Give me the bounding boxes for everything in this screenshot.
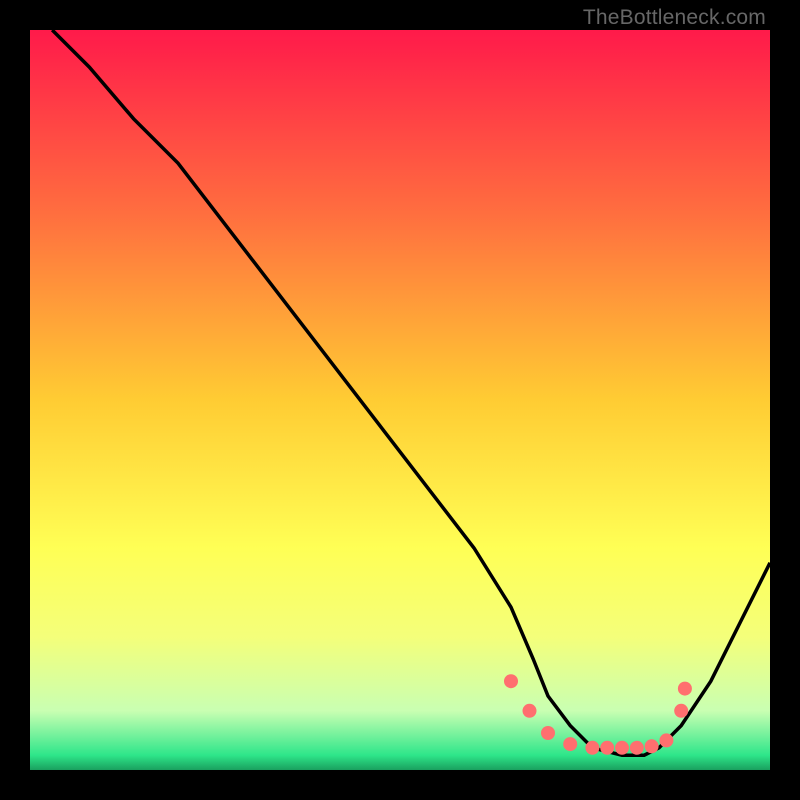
marker-point xyxy=(674,704,688,718)
marker-point xyxy=(563,737,577,751)
chart-svg xyxy=(30,30,770,770)
marker-point xyxy=(659,733,673,747)
bottleneck-curve xyxy=(52,30,770,755)
marker-point xyxy=(678,682,692,696)
marker-point xyxy=(600,741,614,755)
highlight-markers xyxy=(504,674,692,755)
marker-point xyxy=(630,741,644,755)
marker-point xyxy=(585,741,599,755)
marker-point xyxy=(615,741,629,755)
chart-frame xyxy=(30,30,770,770)
marker-point xyxy=(541,726,555,740)
marker-point xyxy=(523,704,537,718)
watermark-text: TheBottleneck.com xyxy=(583,6,766,30)
marker-point xyxy=(504,674,518,688)
marker-point xyxy=(645,739,659,753)
